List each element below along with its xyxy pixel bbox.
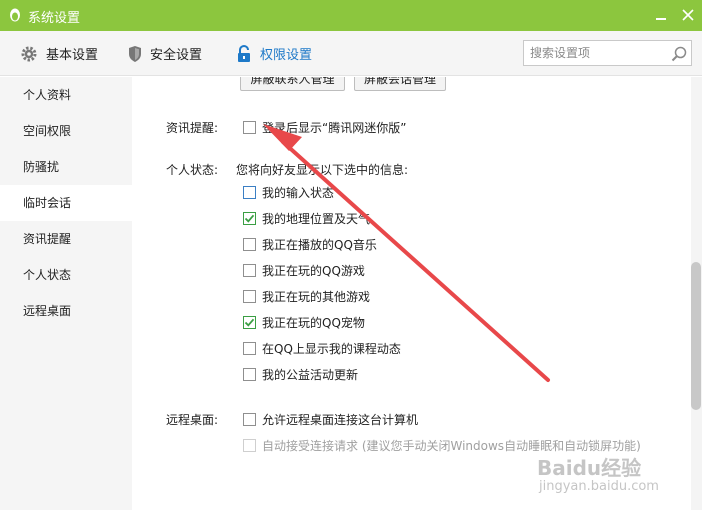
news-reminder-label: 资讯提醒:	[166, 121, 219, 135]
title-bar: 系统设置	[0, 0, 702, 31]
status-option-qq-pet[interactable]: 我正在玩的QQ宠物	[243, 314, 365, 330]
option-label: 自动接受连接请求 (建议您手动关闭Windows自动睡眠和自动锁屏功能)	[262, 438, 641, 453]
shield-icon	[129, 45, 141, 62]
minimize-icon[interactable]	[652, 6, 670, 24]
remote-option-allow[interactable]: 允许远程桌面连接这台计算机	[243, 411, 418, 427]
watermark-subtext: jingyan.baidu.com	[539, 479, 659, 494]
sidebar-item-anti-harassment[interactable]: 防骚扰	[0, 149, 132, 185]
status-option-typing[interactable]: 我的输入状态	[243, 184, 334, 200]
sidebar-item-profile[interactable]: 个人资料	[0, 77, 132, 113]
option-label: 我正在玩的QQ宠物	[262, 315, 365, 330]
sidebar-item-news-reminder[interactable]: 资讯提醒	[0, 221, 132, 257]
close-icon[interactable]	[679, 6, 697, 24]
checkbox[interactable]	[243, 263, 256, 277]
option-label: 我的地理位置及天气	[262, 211, 371, 226]
blocked-contacts-button[interactable]: 屏蔽联系人管理	[240, 77, 345, 91]
sidebar: 个人资料 空间权限 防骚扰 临时会话 资讯提醒 个人状态 远程桌面	[0, 77, 132, 510]
tab-label: 权限设置	[260, 48, 313, 63]
option-label: 允许远程桌面连接这台计算机	[262, 412, 419, 427]
status-option-course-activity[interactable]: 在QQ上显示我的课程动态	[243, 340, 401, 356]
main-content: 屏蔽联系人管理 屏蔽会话管理 资讯提醒: 登录后显示“腾讯网迷你版” 个人状态:…	[132, 77, 702, 510]
personal-status-label: 个人状态:	[166, 163, 219, 177]
status-option-qq-music[interactable]: 我正在播放的QQ音乐	[243, 236, 377, 252]
watermark-text: Baidu经验	[537, 456, 642, 480]
sidebar-item-temp-session[interactable]: 临时会话	[0, 185, 132, 221]
checkbox[interactable]	[243, 185, 256, 199]
tab-permission-settings[interactable]: 权限设置	[236, 31, 312, 76]
checkbox[interactable]	[243, 237, 256, 251]
checkmark-icon	[244, 214, 255, 223]
checkbox[interactable]	[243, 120, 256, 134]
checkbox[interactable]	[243, 412, 256, 426]
search-input[interactable]	[530, 45, 662, 61]
tab-basic-settings[interactable]: 基本设置	[20, 31, 98, 76]
status-option-qq-game[interactable]: 我正在玩的QQ游戏	[243, 262, 365, 278]
status-option-charity-update[interactable]: 我的公益活动更新	[243, 366, 358, 382]
checkbox[interactable]	[243, 289, 256, 303]
checkbox[interactable]	[243, 341, 256, 355]
sidebar-item-personal-status[interactable]: 个人状态	[0, 257, 132, 293]
remote-option-auto-accept: 自动接受连接请求 (建议您手动关闭Windows自动睡眠和自动锁屏功能)	[243, 437, 641, 453]
status-option-location-weather[interactable]: 我的地理位置及天气	[243, 210, 370, 226]
checkbox-checked[interactable]	[243, 315, 256, 329]
status-option-other-game[interactable]: 我正在玩的其他游戏	[243, 288, 370, 304]
checkbox[interactable]	[243, 367, 256, 381]
option-label: 我的输入状态	[262, 185, 335, 200]
option-label: 我正在玩的其他游戏	[262, 289, 371, 304]
lock-icon	[238, 44, 250, 62]
qq-penguin-icon	[10, 8, 20, 22]
tab-label: 基本设置	[46, 48, 99, 63]
checkbox-checked[interactable]	[243, 211, 256, 225]
checkbox-disabled	[243, 438, 256, 452]
search-box[interactable]	[523, 40, 692, 66]
option-label: 登录后显示“腾讯网迷你版”	[262, 120, 407, 135]
option-label: 我的公益活动更新	[262, 367, 359, 382]
checkmark-icon	[244, 318, 255, 327]
gear-icon	[21, 46, 37, 61]
scrollbar-thumb[interactable]	[691, 262, 701, 410]
blocked-sessions-button[interactable]: 屏蔽会话管理	[354, 77, 446, 91]
sidebar-item-space-permission[interactable]: 空间权限	[0, 113, 132, 149]
option-label: 在QQ上显示我的课程动态	[262, 341, 401, 356]
sidebar-item-remote-desktop[interactable]: 远程桌面	[0, 293, 132, 329]
search-icon[interactable]	[670, 45, 688, 63]
window-title: 系统设置	[28, 11, 81, 26]
tab-label: 安全设置	[150, 48, 203, 63]
tab-security-settings[interactable]: 安全设置	[128, 31, 202, 76]
status-description: 您将向好友显示以下选中的信息:	[236, 163, 409, 177]
option-label: 我正在播放的QQ音乐	[262, 237, 377, 252]
news-option[interactable]: 登录后显示“腾讯网迷你版”	[243, 119, 406, 135]
option-label: 我正在玩的QQ游戏	[262, 263, 365, 278]
watermark: Baidu经验 jingyan.baidu.com	[537, 452, 687, 502]
remote-desktop-label: 远程桌面:	[166, 413, 219, 427]
